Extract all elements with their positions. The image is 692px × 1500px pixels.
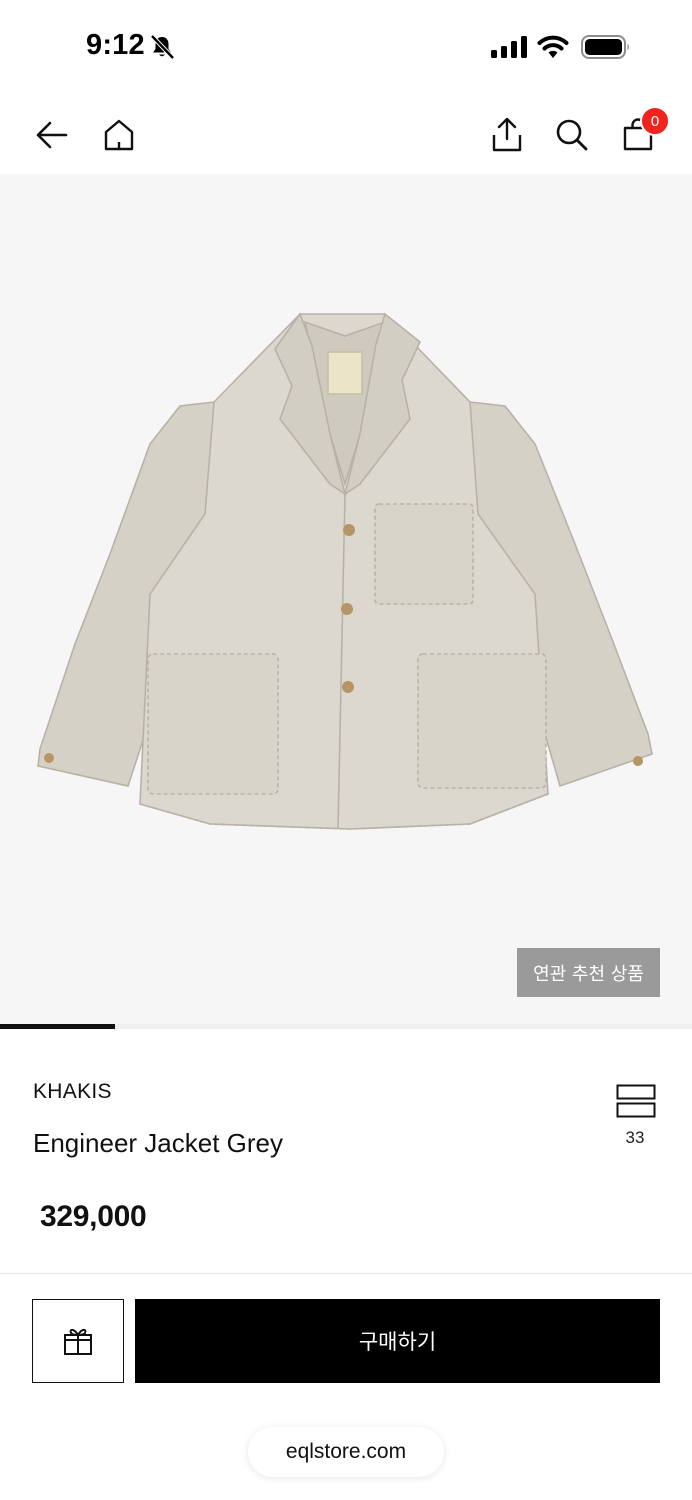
bell-slash-icon: [150, 34, 175, 60]
wishlist-count: 33: [625, 1128, 645, 1147]
image-progress-fill: [0, 1024, 115, 1029]
brand-name[interactable]: KHAKIS: [33, 1080, 112, 1104]
url-bar[interactable]: eqlstore.com: [248, 1427, 444, 1477]
share-icon: [492, 117, 522, 152]
gift-button[interactable]: [32, 1299, 124, 1383]
cellular-signal-icon: [491, 36, 527, 58]
related-products-button[interactable]: 연관 추천 상품: [517, 948, 660, 997]
home-icon: [104, 119, 134, 151]
gift-icon: [64, 1328, 92, 1355]
battery-icon: [581, 35, 629, 59]
back-button[interactable]: [28, 111, 76, 159]
cart-count-badge: 0: [640, 106, 670, 136]
status-bar: 9:12: [0, 0, 692, 90]
status-time: 9:12: [86, 29, 145, 61]
top-nav-bar: [0, 100, 692, 174]
wishlist-button[interactable]: 33: [610, 1082, 660, 1152]
back-arrow-icon: [36, 121, 68, 149]
divider: [0, 1273, 692, 1274]
product-price: 329,000: [40, 1200, 147, 1233]
share-button[interactable]: [483, 111, 531, 159]
product-title: Engineer Jacket Grey: [33, 1128, 284, 1158]
stack-icon: [616, 1084, 656, 1118]
search-button[interactable]: [548, 111, 596, 159]
wifi-icon: [537, 35, 569, 58]
search-icon: [556, 119, 588, 151]
product-image-carousel[interactable]: 연관 추천 상품: [0, 174, 692, 1024]
image-progress-bar: [0, 1024, 692, 1029]
jacket-image: [37, 312, 653, 830]
buy-button[interactable]: 구매하기: [135, 1299, 660, 1383]
home-button[interactable]: [95, 111, 143, 159]
